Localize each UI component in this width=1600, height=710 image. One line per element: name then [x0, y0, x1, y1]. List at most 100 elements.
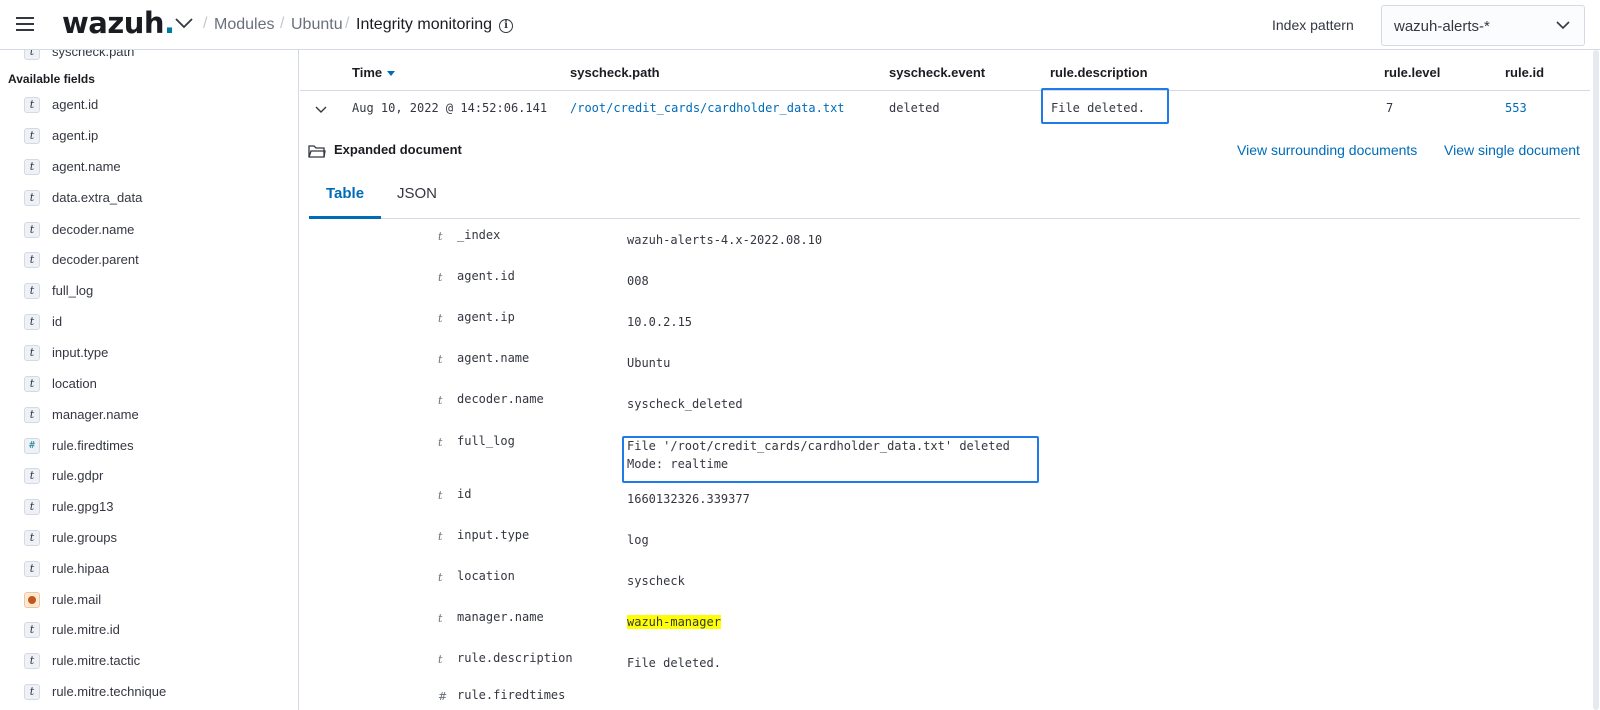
- string-type-icon: t: [24, 159, 40, 175]
- chevron-down-icon[interactable]: [174, 16, 194, 30]
- sidebar-field-rule-mitre-tactic[interactable]: t rule.mitre.tactic: [24, 651, 284, 673]
- sidebar-field-rule-hipaa[interactable]: t rule.hipaa: [24, 559, 284, 581]
- doc-field-value[interactable]: Ubuntu: [627, 354, 670, 372]
- sidebar-field-rule-gdpr[interactable]: t rule.gdpr: [24, 466, 284, 488]
- doc-field-row: t manager.name wazuh-manager: [300, 610, 1590, 640]
- doc-field-name: rule.firedtimes: [457, 688, 566, 702]
- doc-field-name: input.type: [457, 528, 530, 542]
- doc-field-value: wazuh-alerts-4.x-2022.08.10: [627, 233, 823, 247]
- sidebar-field-manager-name[interactable]: t manager.name: [24, 405, 284, 427]
- sidebar-field-label: agent.ip: [52, 128, 99, 143]
- tab-table[interactable]: Table: [309, 175, 381, 219]
- sidebar-field-label: data.extra_data: [52, 190, 143, 205]
- menu-icon[interactable]: [16, 14, 36, 34]
- string-type-icon: t: [24, 283, 40, 299]
- string-type-icon: t: [24, 252, 40, 268]
- index-pattern-value: wazuh-alerts-*: [1394, 18, 1490, 35]
- sidebar-field-agent-id[interactable]: t agent.id: [24, 95, 284, 117]
- doc-field-row: t decoder.name syscheck_deleted: [300, 392, 1590, 422]
- doc-field-row: t id 1660132326.339377: [300, 487, 1590, 517]
- view-single-document-link[interactable]: View single document: [1444, 142, 1580, 158]
- chevron-down-icon: [1556, 21, 1570, 30]
- breadcrumb-separator: /: [345, 15, 350, 32]
- cell-syscheck-path[interactable]: /root/credit_cards/cardholder_data.txt: [570, 101, 845, 115]
- sidebar-field-label: syscheck.path: [52, 50, 135, 59]
- sidebar-field-label: decoder.name: [52, 222, 135, 237]
- boolean-type-icon: [24, 592, 40, 608]
- sidebar-field-full-log[interactable]: t full_log: [24, 281, 284, 303]
- fields-sidebar: t syscheck.path Available fields t agent.…: [0, 50, 299, 710]
- search-highlight: wazuh-manager: [627, 615, 721, 629]
- chevron-down-icon[interactable]: [314, 105, 328, 115]
- column-header-syscheck-path[interactable]: syscheck.path: [570, 65, 660, 80]
- sidebar-field-label: id: [52, 314, 63, 329]
- tab-json[interactable]: JSON: [380, 175, 454, 219]
- column-header-syscheck-event[interactable]: syscheck.event: [889, 65, 985, 80]
- string-type-icon: t: [24, 128, 40, 144]
- doc-field-row: # rule.firedtimes: [300, 688, 1590, 710]
- sidebar-field-data-extra-data[interactable]: t data.extra_data: [24, 188, 284, 210]
- sidebar-field-partial[interactable]: t syscheck.path: [24, 50, 284, 64]
- cell-syscheck-event: deleted: [889, 101, 940, 115]
- column-header-rule-description[interactable]: rule.description: [1050, 65, 1148, 80]
- sidebar-field-rule-mitre-technique[interactable]: t rule.mitre.technique: [24, 682, 284, 704]
- doc-field-value[interactable]: 008: [627, 272, 649, 290]
- sidebar-field-input-type[interactable]: t input.type: [24, 343, 284, 365]
- string-type-icon: t: [438, 436, 443, 449]
- string-type-icon: t: [24, 97, 40, 113]
- column-header-rule-level[interactable]: rule.level: [1384, 65, 1440, 80]
- sidebar-field-label: rule.groups: [52, 530, 118, 545]
- doc-field-row: t location syscheck: [300, 569, 1590, 599]
- breadcrumb-modules[interactable]: Modules: [214, 16, 274, 34]
- sidebar-field-rule-groups[interactable]: t rule.groups: [24, 528, 284, 550]
- page-scrollbar[interactable]: [1592, 50, 1600, 710]
- sidebar-field-location[interactable]: t location: [24, 374, 284, 396]
- index-pattern-select[interactable]: wazuh-alerts-*: [1381, 5, 1585, 46]
- sort-descending-icon[interactable]: [387, 71, 396, 77]
- string-type-icon: t: [24, 468, 40, 484]
- sidebar-field-decoder-name[interactable]: t decoder.name: [24, 220, 284, 242]
- string-type-icon: t: [24, 653, 40, 669]
- cell-rule-id[interactable]: 553: [1505, 101, 1527, 115]
- sidebar-field-label: rule.mitre.technique: [52, 684, 167, 699]
- scrollbar-thumb[interactable]: [1593, 50, 1599, 710]
- sidebar-field-label: rule.gpg13: [52, 499, 114, 514]
- column-header-time[interactable]: Time: [352, 65, 396, 80]
- doc-field-name: agent.ip: [457, 310, 515, 324]
- string-type-icon: t: [438, 394, 443, 407]
- sidebar-field-label: manager.name: [52, 407, 139, 422]
- doc-field-value: 10.0.2.15: [627, 315, 693, 329]
- sidebar-field-rule-gpg13[interactable]: t rule.gpg13: [24, 497, 284, 519]
- sidebar-field-rule-mail[interactable]: rule.mail: [24, 590, 284, 612]
- string-type-icon: t: [438, 489, 443, 502]
- sidebar-field-decoder-parent[interactable]: t decoder.parent: [24, 250, 284, 272]
- doc-field-row: t agent.name Ubuntu: [300, 351, 1590, 381]
- breadcrumb-separator: /: [280, 15, 285, 32]
- wazuh-logo[interactable]: wazuh.: [62, 6, 175, 40]
- column-header-rule-id[interactable]: rule.id: [1505, 65, 1544, 80]
- header-divider: [300, 90, 1590, 91]
- index-pattern-label: Index pattern: [1272, 17, 1354, 33]
- doc-field-name: agent.name: [457, 351, 530, 365]
- doc-field-row: t agent.ip 10.0.2.15: [300, 310, 1590, 340]
- doc-field-name: _index: [457, 228, 501, 242]
- sidebar-field-agent-name[interactable]: t agent.name: [24, 157, 284, 179]
- column-header-label: Time: [352, 65, 383, 80]
- string-type-icon: t: [438, 653, 443, 666]
- view-surrounding-documents-link[interactable]: View surrounding documents: [1237, 142, 1417, 158]
- sidebar-field-rule-mitre-id[interactable]: t rule.mitre.id: [24, 620, 284, 642]
- breadcrumb-ubuntu[interactable]: Ubuntu: [291, 16, 343, 34]
- info-icon[interactable]: i: [499, 19, 513, 33]
- doc-field-row: t rule.description File deleted.: [300, 651, 1590, 681]
- sidebar-field-label: agent.name: [52, 159, 121, 174]
- string-type-icon: t: [438, 312, 443, 325]
- sidebar-field-agent-ip[interactable]: t agent.ip: [24, 126, 284, 148]
- cell-rule-level: 7: [1386, 101, 1394, 115]
- doc-field-name: id: [457, 487, 472, 501]
- logo-text: wazuh: [62, 6, 165, 40]
- doc-field-value: log: [627, 533, 649, 547]
- sidebar-field-rule-firedtimes[interactable]: # rule.firedtimes: [24, 436, 284, 458]
- main-content: Time syscheck.path syscheck.event rule.d…: [300, 50, 1590, 710]
- doc-field-value: File deleted.: [627, 656, 721, 670]
- sidebar-field-id[interactable]: t id: [24, 312, 284, 334]
